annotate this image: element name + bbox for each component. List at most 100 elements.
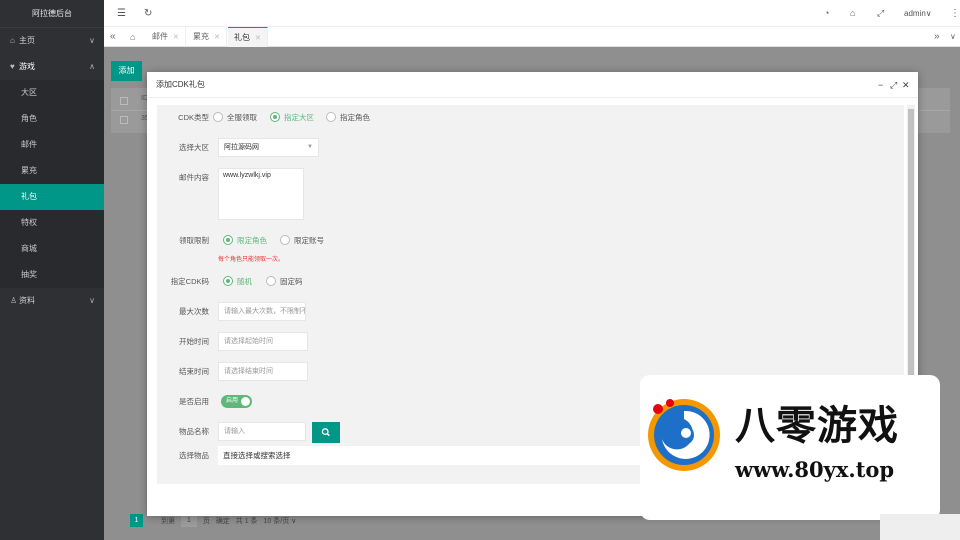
minimize-icon[interactable]: − — [878, 72, 883, 98]
radio-label: 指定大区 — [284, 113, 314, 122]
tab-recharge[interactable]: 累充 ✕ — [187, 27, 227, 47]
close-icon[interactable]: ✕ — [173, 34, 179, 41]
sidebar-item-privilege[interactable]: 特权 — [0, 210, 104, 236]
radio-label: 全服领取 — [227, 113, 257, 122]
tab-gift[interactable]: 礼包 ✕ — [228, 27, 268, 47]
sidebar-item-gift[interactable]: 礼包 — [0, 184, 104, 210]
corner-widget — [880, 514, 960, 540]
radio-random[interactable] — [223, 276, 233, 286]
more-icon[interactable]: ⋮ — [950, 0, 960, 27]
item-name-input[interactable]: 请输入 — [218, 422, 306, 441]
user-icon: ♙ — [10, 296, 18, 305]
tab-label: 累充 — [193, 32, 209, 41]
enabled-label: 是否启用 — [179, 397, 209, 406]
sidebar-item-label: 主页 — [19, 36, 35, 45]
limit-label: 领取限制 — [179, 236, 209, 245]
fullscreen-icon[interactable]: ⤢ — [877, 0, 884, 27]
chevron-up-icon: ∧ — [89, 62, 95, 71]
tag-icon[interactable]: ⌂ — [850, 0, 855, 27]
sidebar-item-recharge[interactable]: 累充 — [0, 158, 104, 184]
cdk-code-label: 指定CDK码 — [170, 277, 209, 286]
cdk-type-row: CDK类型 全服领取 指定大区 指定角色 — [157, 107, 557, 129]
user-menu[interactable]: admin∨ — [904, 0, 932, 27]
sidebar-item-profile[interactable]: ♙ 资料 ∨ — [0, 288, 104, 314]
menu-icon[interactable]: ☰ — [117, 0, 126, 27]
radio-limit-role[interactable] — [223, 235, 233, 245]
item-select-label: 选择物品 — [179, 451, 209, 460]
per-page-select[interactable]: 10 条/页 — [264, 516, 290, 526]
item-select-row: 选择物品 — [157, 445, 217, 467]
toggle-label: 启用 — [226, 398, 239, 404]
limit-hint: 每个角色只能领取一次。 — [218, 257, 285, 263]
tabs-next-icon[interactable]: » — [934, 27, 940, 47]
radio-limit-account[interactable] — [280, 235, 290, 245]
sidebar: 阿拉德后台 ⌂ 主页 ∨ ♥ 游戏 ∧ 大区 角色 邮件 累充 礼包 特权 商城 抽… — [0, 0, 104, 540]
radio-label: 随机 — [237, 277, 252, 286]
watermark-url: www.80yx.top — [735, 457, 895, 482]
region-row: 选择大区 阿拉源码网 ▼ — [157, 137, 557, 159]
username: admin — [904, 9, 926, 18]
modal-title: 添加CDK礼包 — [147, 72, 918, 98]
close-icon[interactable]: ✕ — [255, 35, 261, 42]
mail-row: 邮件内容 — [157, 167, 217, 189]
home-icon: ⌂ — [10, 36, 15, 45]
radio-label: 限定账号 — [294, 236, 324, 245]
max-times-label: 最大次数 — [179, 307, 209, 316]
sidebar-item-lottery[interactable]: 抽奖 — [0, 262, 104, 288]
close-icon[interactable]: ✕ — [214, 34, 220, 41]
add-button[interactable]: 添加 — [111, 61, 142, 81]
enabled-row: 是否启用 — [157, 391, 217, 413]
sidebar-item-role[interactable]: 角色 — [0, 106, 104, 132]
cdk-code-row: 指定CDK码 随机 固定码 — [157, 271, 557, 293]
app-title: 阿拉德后台 — [0, 0, 104, 28]
sidebar-item-game[interactable]: ♥ 游戏 ∧ — [0, 54, 104, 80]
select-all-checkbox[interactable] — [120, 97, 128, 105]
chevron-down-icon[interactable]: ∨ — [950, 27, 956, 47]
tabs-prev-icon[interactable]: « — [110, 27, 116, 47]
palette-icon[interactable]: ◔ — [824, 0, 829, 27]
item-name-row: 物品名称 请输入 — [157, 421, 557, 443]
caret-down-icon: ▼ — [307, 144, 313, 150]
radio-region[interactable] — [270, 112, 280, 122]
start-time-input[interactable]: 请选择起始时间 — [218, 332, 308, 351]
chevron-down-icon: ∨ — [89, 36, 95, 45]
refresh-icon[interactable]: ↻ — [144, 0, 152, 27]
limit-row: 领取限制 限定角色 限定账号 — [157, 230, 557, 252]
sidebar-item-shop[interactable]: 商城 — [0, 236, 104, 262]
page-input[interactable]: 1 — [180, 514, 197, 527]
page-current[interactable]: 1 — [130, 514, 143, 527]
end-time-input[interactable]: 请选择结束时间 — [218, 362, 308, 381]
row-checkbox[interactable] — [120, 116, 128, 124]
sidebar-item-home[interactable]: ⌂ 主页 ∨ — [0, 28, 104, 54]
start-time-row: 开始时间 请选择起始时间 — [157, 331, 557, 353]
tab-label: 邮件 — [152, 32, 168, 41]
tab-mail[interactable]: 邮件 ✕ — [146, 27, 186, 47]
sidebar-item-label: 资料 — [19, 296, 35, 305]
home-tab-icon[interactable]: ⌂ — [130, 27, 135, 47]
maximize-icon[interactable]: ⤢ — [890, 72, 897, 98]
close-icon[interactable]: ✕ — [902, 72, 910, 98]
start-time-label: 开始时间 — [179, 337, 209, 346]
sidebar-item-region[interactable]: 大区 — [0, 80, 104, 106]
watermark-title: 八零游戏 — [735, 403, 899, 449]
radio-fixed[interactable] — [266, 276, 276, 286]
mail-content-textarea[interactable]: www.lyzwlkj.vip — [218, 168, 304, 220]
swirl-logo-icon — [648, 399, 720, 471]
chevron-down-icon: ∨ — [291, 517, 297, 525]
chevron-down-icon: ∨ — [89, 296, 95, 305]
item-name-label: 物品名称 — [179, 427, 209, 436]
region-value: 阿拉源码网 — [224, 144, 259, 151]
top-header: ☰ ↻ ◔ ⌂ ⤢ admin∨ ⋮ — [104, 0, 960, 27]
end-time-row: 结束时间 请选择结束时间 — [157, 361, 557, 383]
region-select[interactable]: 阿拉源码网 ▼ — [218, 138, 319, 157]
search-button[interactable] — [312, 422, 340, 443]
enabled-toggle[interactable]: 启用 — [221, 395, 252, 408]
pager-total: 共 1 条 — [235, 517, 258, 525]
pager-confirm-button[interactable]: 确定 — [216, 516, 230, 526]
search-icon — [321, 428, 330, 437]
radio-label: 指定角色 — [340, 113, 370, 122]
radio-role[interactable] — [326, 112, 336, 122]
max-times-input[interactable]: 请输入最大次数，不限制不填 — [218, 302, 306, 321]
sidebar-item-mail[interactable]: 邮件 — [0, 132, 104, 158]
radio-all-server[interactable] — [213, 112, 223, 122]
